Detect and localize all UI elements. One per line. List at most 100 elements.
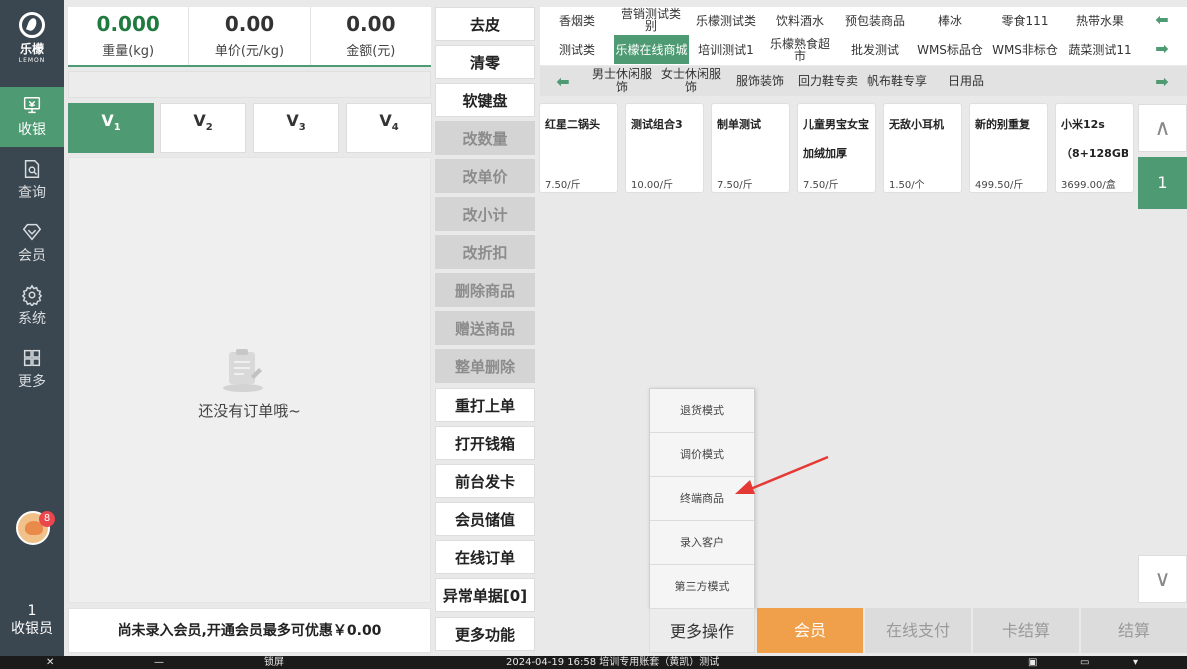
category-item[interactable]: 乐檬测试类 bbox=[693, 10, 759, 32]
subcategory-item[interactable]: 服饰装饰 bbox=[729, 66, 791, 96]
close-icon[interactable]: ✕ bbox=[46, 656, 54, 669]
subcategory-item[interactable]: 女士休闲服饰 bbox=[657, 66, 725, 96]
category-item[interactable]: 预包装商品 bbox=[840, 10, 910, 32]
sidebar-item-more[interactable]: 更多 bbox=[0, 339, 64, 399]
sidebar-item-label: 查询 bbox=[18, 185, 46, 201]
unit-price-label: 单价(元/kg) bbox=[214, 44, 285, 59]
category-item[interactable]: 棒冰 bbox=[920, 10, 980, 32]
product-card[interactable]: 新的别重复 499.50/斤 bbox=[969, 103, 1048, 193]
change-subtotal-button[interactable]: 改小计 bbox=[435, 197, 535, 231]
delete-item-button[interactable]: 删除商品 bbox=[435, 273, 535, 307]
product-card[interactable]: 制单测试 7.50/斤 bbox=[711, 103, 790, 193]
product-price: 7.50/斤 bbox=[717, 180, 753, 191]
product-name: 制单测试 bbox=[717, 118, 761, 131]
reprint-button[interactable]: 重打上单 bbox=[435, 388, 535, 422]
sidebar-item-member[interactable]: 会员 bbox=[0, 213, 64, 273]
member-button[interactable]: 会员 bbox=[757, 608, 863, 653]
product-card[interactable]: 测试组合3 10.00/斤 bbox=[625, 103, 704, 193]
brand-logo: 乐檬 LEMON bbox=[0, 8, 64, 72]
amount-label: 金额(元) bbox=[346, 44, 396, 59]
tab-v1[interactable]: V1 bbox=[68, 103, 154, 153]
product-card[interactable]: 无敌小耳机 1.50/个 bbox=[883, 103, 962, 193]
empty-order-text: 还没有订单哦~ bbox=[198, 402, 301, 420]
product-card[interactable]: 儿童男宝女宝加绒加厚休... 7.50/斤 bbox=[797, 103, 876, 193]
subcategory-item[interactable]: 帆布鞋专享 bbox=[863, 66, 931, 96]
page-indicator[interactable]: 1 bbox=[1138, 157, 1187, 209]
product-price: 1.50/个 bbox=[889, 180, 925, 191]
category-item[interactable]: 饮料酒水 bbox=[769, 10, 831, 32]
product-price: 3699.00/盒 bbox=[1061, 180, 1116, 191]
online-order-button[interactable]: 在线订单 bbox=[435, 540, 535, 574]
scroll-up-button[interactable]: ∧ bbox=[1138, 104, 1187, 152]
category-item-active[interactable]: 乐檬在线商城 bbox=[614, 35, 689, 64]
tare-button[interactable]: 去皮 bbox=[435, 7, 535, 41]
category-item[interactable]: 热带水果 bbox=[1066, 10, 1134, 32]
scroll-down-button[interactable]: ∨ bbox=[1138, 555, 1187, 603]
arrow-right-icon[interactable]: ➡ bbox=[1150, 39, 1174, 58]
sidebar-item-system[interactable]: 系统 bbox=[0, 276, 64, 336]
category-item[interactable]: WMS标品仓 bbox=[914, 39, 986, 61]
category-item[interactable]: 香烟类 bbox=[549, 10, 605, 32]
subcat-right-arrow-icon[interactable]: ➡ bbox=[1150, 72, 1174, 91]
sidebar-item-query[interactable]: 查询 bbox=[0, 150, 64, 210]
tab-sub: 1 bbox=[113, 122, 121, 134]
search-doc-icon bbox=[0, 156, 64, 182]
open-drawer-button[interactable]: 打开钱箱 bbox=[435, 426, 535, 460]
tab-v4[interactable]: V4 bbox=[346, 103, 432, 153]
sidebar-item-cashier[interactable]: 收银 bbox=[0, 87, 64, 147]
unit-price-stat: 0.00 单价(元/kg) bbox=[189, 7, 311, 65]
more-actions-button[interactable]: 更多操作 bbox=[649, 608, 755, 653]
product-name: 新的别重复 bbox=[975, 118, 1030, 131]
weight-value: 0.000 bbox=[96, 12, 160, 36]
brand-name: 乐檬 bbox=[19, 42, 44, 56]
soft-keyboard-button[interactable]: 软键盘 bbox=[435, 83, 535, 117]
member-topup-button[interactable]: 会员储值 bbox=[435, 502, 535, 536]
category-item[interactable]: 乐檬熟食超市 bbox=[766, 35, 834, 64]
change-quantity-button[interactable]: 改数量 bbox=[435, 121, 535, 155]
settle-button[interactable]: 结算 bbox=[1081, 608, 1187, 653]
product-price: 10.00/斤 bbox=[631, 180, 673, 191]
cashier-number: 1 bbox=[27, 603, 37, 619]
delete-order-button[interactable]: 整单删除 bbox=[435, 349, 535, 383]
printer-icon[interactable]: ▣ bbox=[1028, 656, 1037, 669]
subcategory-item[interactable]: 男士休闲服饰 bbox=[588, 66, 656, 96]
change-price-button[interactable]: 改单价 bbox=[435, 159, 535, 193]
zero-button[interactable]: 清零 bbox=[435, 45, 535, 79]
menu-item-return-mode[interactable]: 退货模式 bbox=[650, 389, 754, 433]
category-item[interactable]: 测试类 bbox=[549, 39, 605, 61]
more-functions-button[interactable]: 更多功能 bbox=[435, 617, 535, 651]
minimize-icon[interactable]: — bbox=[154, 656, 164, 669]
category-item[interactable]: 蔬菜测试11 bbox=[1064, 39, 1136, 61]
category-item[interactable]: 批发测试 bbox=[845, 39, 905, 61]
menu-item-third-party-mode[interactable]: 第三方模式 bbox=[650, 565, 754, 609]
tab-v3[interactable]: V3 bbox=[253, 103, 339, 153]
cashier-icon bbox=[0, 93, 64, 119]
arrow-left-icon[interactable]: ⬅ bbox=[1150, 10, 1174, 29]
subcategory-item[interactable]: 回力鞋专卖 bbox=[795, 66, 861, 96]
monitor-icon[interactable]: ▭ bbox=[1080, 656, 1089, 669]
category-item[interactable]: 零食111 bbox=[992, 10, 1058, 32]
tab-main: V bbox=[193, 111, 206, 130]
product-card[interactable]: 小米12s（8+128GB) 3699.00/盒 bbox=[1055, 103, 1134, 193]
barcode-input[interactable] bbox=[68, 71, 431, 98]
wifi-icon[interactable]: ▾ bbox=[1133, 656, 1138, 669]
gift-item-button[interactable]: 赠送商品 bbox=[435, 311, 535, 345]
category-item[interactable]: 营销测试类别 bbox=[616, 6, 686, 34]
issue-card-button[interactable]: 前台发卡 bbox=[435, 464, 535, 498]
category-item[interactable]: 培训测试1 bbox=[693, 39, 759, 61]
online-pay-button[interactable]: 在线支付 bbox=[865, 608, 971, 653]
empty-order-icon bbox=[223, 349, 263, 392]
card-settle-button[interactable]: 卡结算 bbox=[973, 608, 1079, 653]
menu-item-enter-customer[interactable]: 录入客户 bbox=[650, 521, 754, 565]
tab-main: V bbox=[286, 111, 299, 130]
taskbar: ✕ — 锁屏 2024-04-19 16:58 培训专用账套（黄凯）测试 ▣ ▭… bbox=[0, 656, 1187, 669]
member-promo-bar[interactable]: 尚未录入会员,开通会员最多可优惠￥0.00 bbox=[68, 608, 431, 653]
product-card[interactable]: 红星二锅头 7.50/斤 bbox=[539, 103, 618, 193]
subcategory-item[interactable]: 日用品 bbox=[940, 66, 992, 96]
subcat-left-arrow-icon[interactable]: ⬅ bbox=[552, 72, 574, 91]
tab-v2[interactable]: V2 bbox=[160, 103, 246, 153]
abnormal-orders-button[interactable]: 异常单据[0] bbox=[435, 578, 535, 612]
change-discount-button[interactable]: 改折扣 bbox=[435, 235, 535, 269]
lock-screen[interactable]: 锁屏 bbox=[264, 656, 284, 669]
category-item[interactable]: WMS非标仓 bbox=[989, 39, 1061, 61]
